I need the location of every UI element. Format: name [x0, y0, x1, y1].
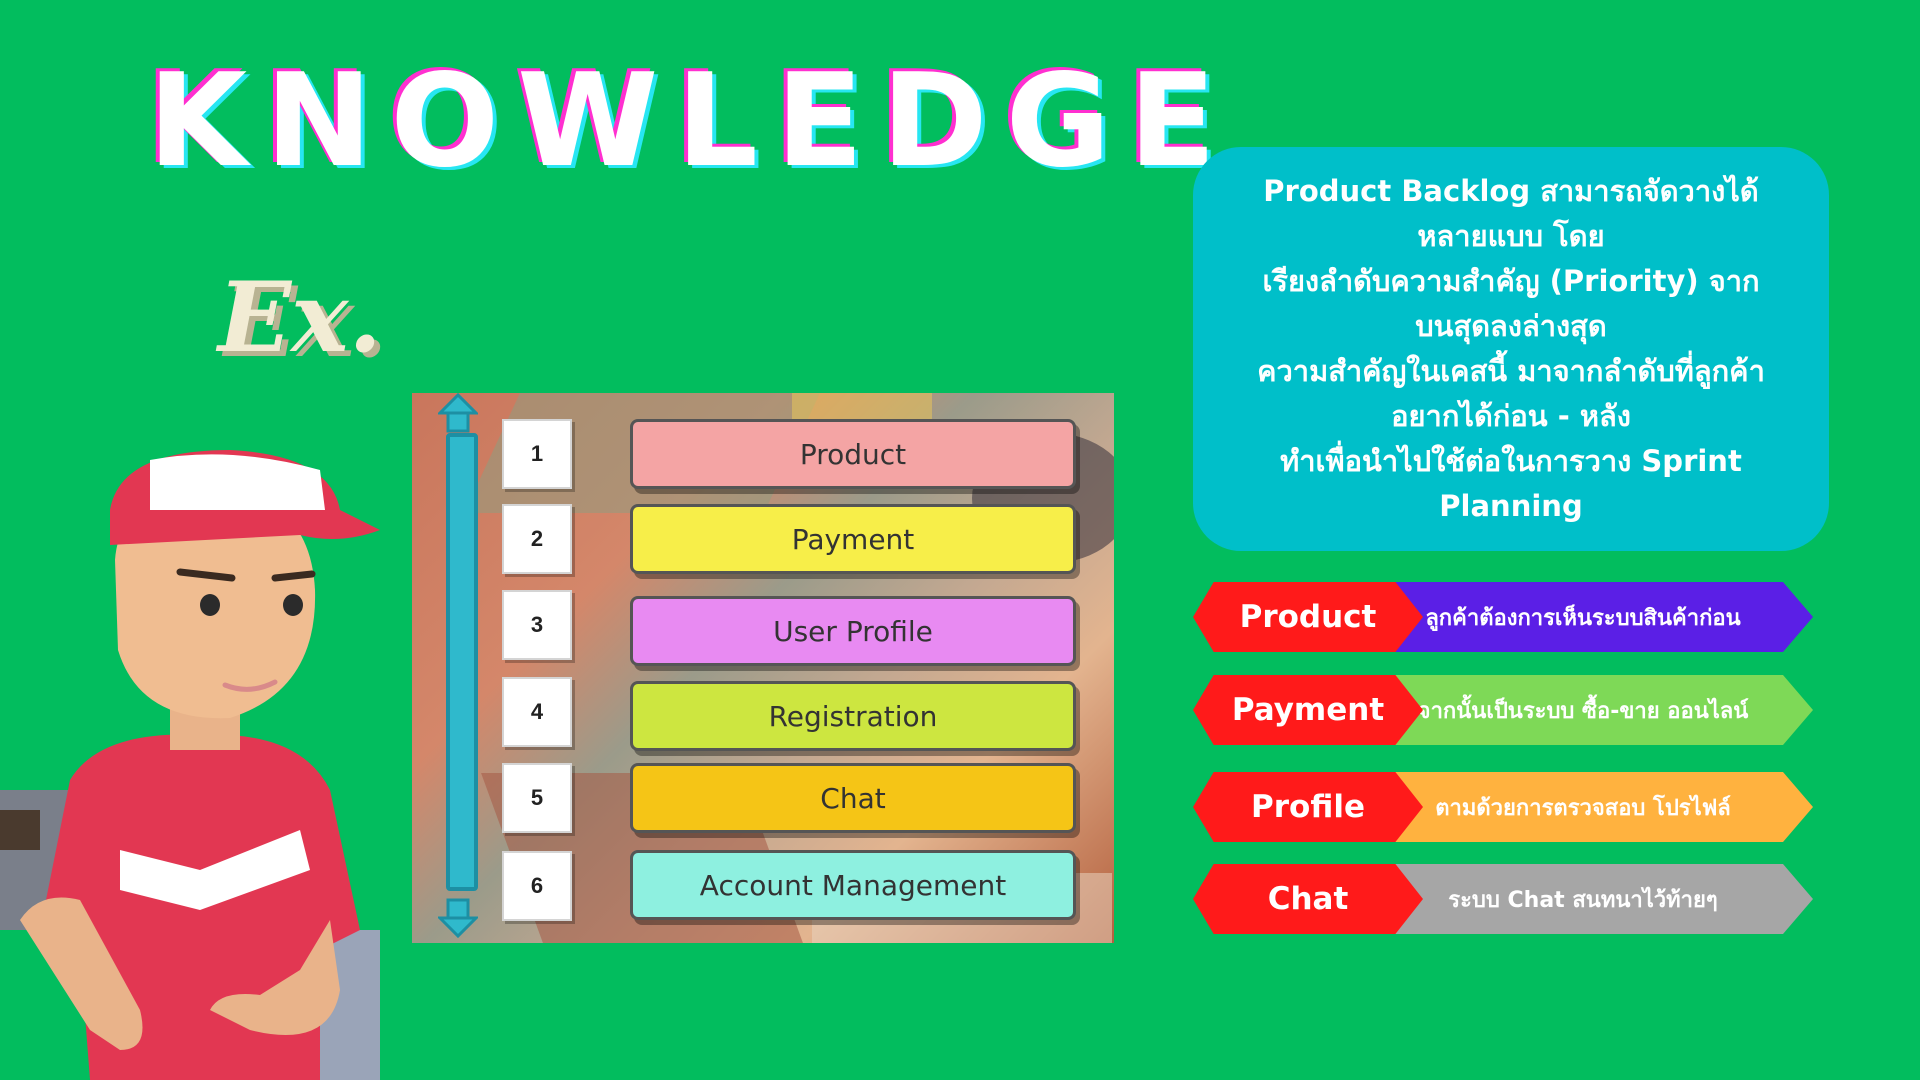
rank-number: 6	[502, 851, 572, 921]
info-line: ทำเพื่อนำไปใช้ต่อในการวาง Sprint	[1280, 444, 1742, 478]
backlog-game-screenshot: 1 2 3 4 5 6 Product Payment User Profile…	[412, 393, 1114, 943]
info-line: ความสำคัญในเคสนี้ มาจากลำดับที่ลูกค้า	[1257, 354, 1765, 388]
rank-number: 5	[502, 763, 572, 833]
info-line: หลายแบบ โดย	[1417, 219, 1605, 253]
rank-number: 1	[502, 419, 572, 489]
example-label: Ex.	[218, 261, 382, 374]
tag-label: Payment	[1193, 675, 1423, 745]
info-line: เรียงลำดับความสำคัญ (Priority) จาก	[1262, 264, 1760, 298]
tag-label: Chat	[1193, 864, 1423, 934]
info-line: Product Backlog สามารถจัดวางได้	[1263, 174, 1759, 208]
backlog-item-product[interactable]: Product	[630, 419, 1076, 489]
arrow-up-icon[interactable]	[438, 393, 478, 433]
backlog-item-user-profile[interactable]: User Profile	[630, 596, 1076, 666]
info-line: บนสุดลงล่างสุด	[1415, 309, 1607, 343]
tag-label: Product	[1193, 582, 1423, 652]
backlog-item-registration[interactable]: Registration	[630, 681, 1076, 751]
priority-tag-product: ลูกค้าต้องการเห็นระบบสินค้าก่อน Product	[1193, 582, 1813, 652]
priority-tag-payment: จากนั้นเป็นระบบ ซื้อ-ขาย ออนไลน์ Payment	[1193, 675, 1813, 745]
backlog-item-payment[interactable]: Payment	[630, 504, 1076, 574]
info-line: Planning	[1439, 489, 1583, 523]
rank-number: 4	[502, 677, 572, 747]
info-box: Product Backlog สามารถจัดวางได้ หลายแบบ …	[1193, 147, 1829, 551]
tag-label: Profile	[1193, 772, 1423, 842]
character-illustration	[0, 450, 380, 1080]
page-title: KNOWLEDGE	[148, 47, 1235, 196]
arrow-down-icon[interactable]	[438, 898, 478, 938]
rank-number: 3	[502, 590, 572, 660]
info-line: อยากได้ก่อน - หลัง	[1391, 399, 1631, 433]
priority-tag-chat: ระบบ Chat สนทนาไว้ท้ายๆ Chat	[1193, 864, 1813, 934]
rank-number: 2	[502, 504, 572, 574]
backlog-item-account-management[interactable]: Account Management	[630, 850, 1076, 920]
backlog-item-chat[interactable]: Chat	[630, 763, 1076, 833]
priority-scrollbar[interactable]	[446, 433, 478, 891]
priority-tag-profile: ตามด้วยการตรวจสอบ โปรไฟล์ Profile	[1193, 772, 1813, 842]
